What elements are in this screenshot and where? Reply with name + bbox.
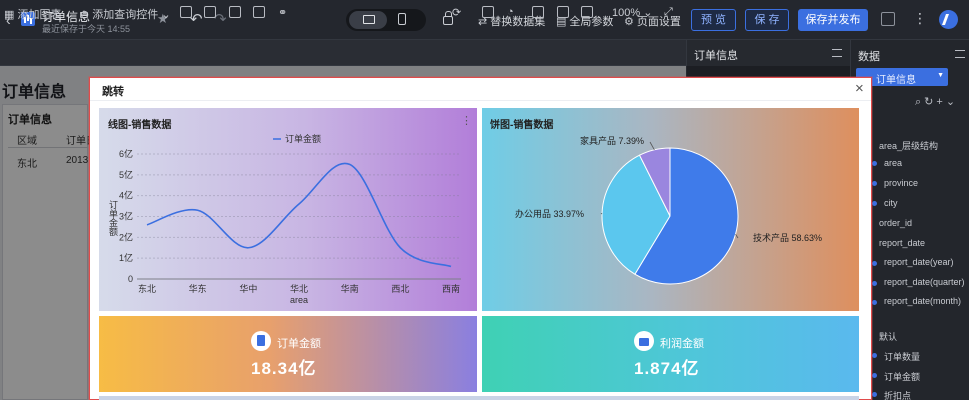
x-tick-label: 华北: [290, 283, 308, 294]
container-icon[interactable]: [204, 6, 216, 18]
field-item[interactable]: report_date: [879, 238, 925, 248]
data-panel-tools: ⌕↻+⌄: [915, 95, 958, 109]
pie-chart: 技术产品 58.63% 办公用品 33.97% 家具产品 7.39%: [515, 135, 822, 285]
chevron-down-icon: ⌄: [158, 9, 171, 21]
close-icon[interactable]: ×: [855, 80, 864, 97]
chevron-down-icon: ⌄: [640, 7, 653, 19]
x-axis-label: area: [290, 295, 308, 305]
measure-icon: [872, 392, 877, 397]
field-item[interactable]: 订单数量: [884, 350, 920, 363]
dimension-icon: [872, 201, 877, 206]
x-tick-label: 东北: [138, 283, 156, 294]
y-tick-label: 3亿: [119, 211, 133, 222]
date-icon: [872, 281, 877, 286]
field-item[interactable]: city: [884, 198, 898, 208]
mobile-icon[interactable]: [398, 13, 406, 25]
report-icon[interactable]: [482, 6, 494, 18]
collapse-icon[interactable]: [832, 49, 842, 57]
date-icon: [872, 300, 877, 305]
more-icon[interactable]: ⋮: [913, 10, 927, 27]
text-icon[interactable]: [229, 6, 241, 18]
fullscreen-icon[interactable]: ⤢: [664, 6, 673, 19]
save-button[interactable]: 保 存: [745, 9, 789, 31]
check-icon[interactable]: [581, 6, 593, 18]
y-tick-label: 5亿: [119, 169, 133, 180]
layers-icon[interactable]: [532, 6, 544, 18]
pie-leader-line: [735, 234, 739, 239]
link-icon[interactable]: ⚭: [278, 6, 287, 19]
y-axis-label: 订单金额: [108, 200, 118, 237]
x-tick-label: 华中: [239, 283, 257, 294]
series-line: [146, 162, 452, 268]
preview-button[interactable]: 预 览: [691, 9, 736, 31]
tab-component-icon[interactable]: [180, 6, 192, 18]
x-tick-label: 西北: [391, 284, 409, 294]
next-card: [99, 396, 859, 400]
dimension-icon: [872, 161, 877, 166]
refresh-icon[interactable]: ↻: [924, 96, 936, 108]
field-item[interactable]: 订单金额: [884, 370, 920, 383]
y-tick-label: 0: [128, 274, 133, 284]
document-icon: [251, 331, 271, 351]
zoom-level[interactable]: 100% ⌄: [612, 6, 652, 19]
measure-icon: [872, 373, 877, 378]
last-saved-text: 最近保存于今天 14:55: [42, 24, 131, 34]
dimension-icon: [872, 181, 877, 186]
field-item[interactable]: area_层级结构: [879, 139, 938, 152]
field-item[interactable]: area: [884, 158, 902, 168]
pie-leader-line: [649, 141, 655, 151]
field-group-label[interactable]: 默认: [879, 330, 897, 343]
pie-label: 家具产品 7.39%: [580, 135, 644, 146]
filter-settings-icon[interactable]: [557, 6, 569, 18]
y-tick-label: 1亿: [119, 252, 133, 263]
measure-icon: [872, 353, 877, 358]
y-tick-label: 2亿: [119, 231, 133, 242]
field-item[interactable]: report_date(quarter): [884, 277, 965, 287]
add-query-control-button[interactable]: ⊜ 添加查询控件 ⌄: [80, 6, 171, 22]
x-tick-label: 华东: [189, 283, 207, 294]
properties-panel-title: 订单信息: [694, 50, 738, 62]
field-item[interactable]: order_id: [879, 218, 912, 228]
field-item[interactable]: province: [884, 178, 918, 188]
avatar[interactable]: [939, 10, 958, 29]
expand-icon[interactable]: [881, 12, 895, 26]
kpi-value: 1.874亿: [634, 359, 700, 378]
chevron-down-icon[interactable]: ⌄: [946, 96, 958, 108]
pie-label: 办公用品 33.97%: [515, 208, 584, 219]
theme-icon[interactable]: ⟳: [452, 6, 461, 19]
kpi-label: 利润金额: [660, 338, 704, 350]
desktop-icon[interactable]: [349, 11, 387, 29]
y-tick-label: 4亿: [119, 190, 133, 201]
legend-label: 订单金额: [285, 133, 321, 144]
collapse-icon[interactable]: [955, 50, 965, 58]
x-tick-label: 西南: [442, 283, 460, 294]
add-icon[interactable]: +: [936, 96, 945, 108]
modal-title: 跳转: [102, 86, 124, 98]
chevron-down-icon: ⌄: [61, 9, 74, 21]
date-icon: [872, 261, 877, 266]
pie-label: 技术产品 58.63%: [753, 232, 822, 243]
data-panel-title: 数据: [858, 51, 880, 63]
field-item[interactable]: 折扣点: [884, 389, 911, 400]
image-icon[interactable]: [253, 6, 265, 18]
x-tick-label: 华南: [341, 283, 359, 294]
y-tick-label: 6亿: [119, 148, 133, 159]
pie-leader-line: [600, 213, 603, 215]
wallet-icon: [634, 331, 654, 351]
field-item[interactable]: report_date(year): [884, 257, 954, 267]
refresh-icon[interactable]: ◔: [507, 6, 514, 18]
filter-icon: ⊜: [80, 9, 93, 21]
kpi-label: 订单金额: [277, 338, 321, 350]
editor-toolbar: [0, 40, 686, 66]
line-chart: 01亿2亿3亿4亿5亿6亿东北 华东 华中 华北 华南 西北 西南area订单金额订单金额: [108, 133, 461, 305]
device-toggle: [346, 9, 426, 31]
add-chart-button[interactable]: ▦ 添加图表 ⌄: [4, 6, 74, 22]
divider: [90, 100, 871, 101]
save-publish-button[interactable]: 保存并发布: [798, 9, 868, 31]
field-item[interactable]: report_date(month): [884, 296, 961, 306]
search-icon[interactable]: ⌕: [915, 96, 924, 108]
kpi-value: 18.34亿: [251, 359, 317, 378]
chart-icon: ▦: [4, 9, 18, 21]
